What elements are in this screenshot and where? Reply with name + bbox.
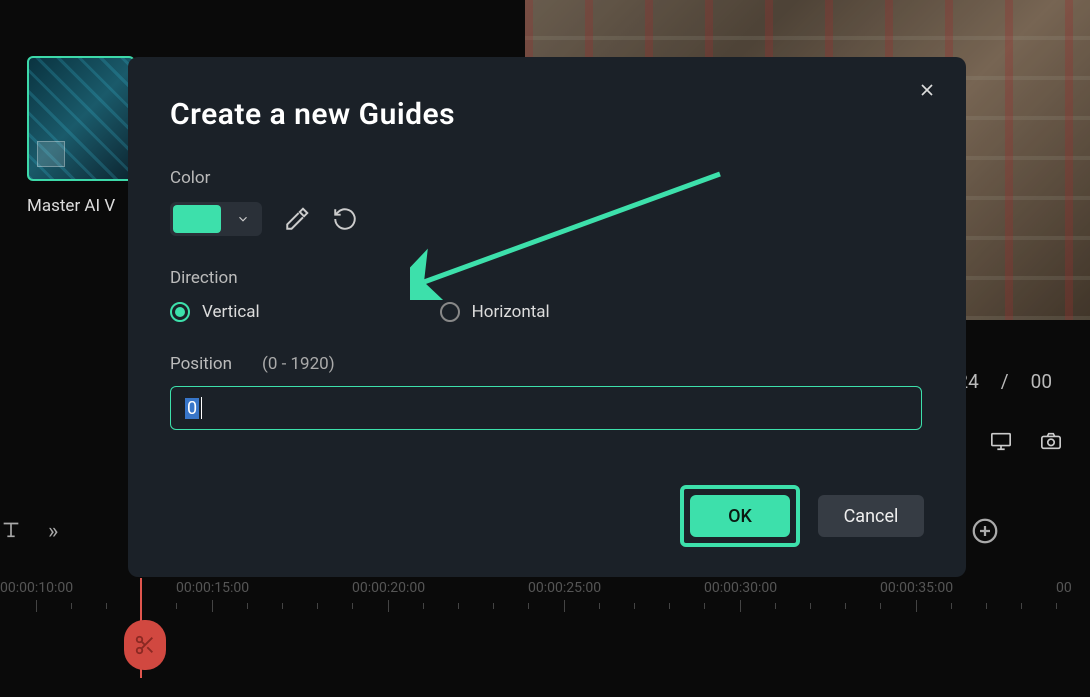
expand-icon[interactable]: » (48, 519, 58, 544)
split-button[interactable] (124, 620, 166, 670)
tick-label: 00:00:35:00 (880, 580, 953, 596)
add-track-button[interactable] (970, 516, 1000, 546)
radio-icon (170, 302, 190, 322)
ok-button[interactable]: OK (690, 495, 790, 537)
preview-tools (990, 430, 1062, 456)
tick-label: 00:00:25:00 (528, 580, 601, 596)
position-value: 0 (185, 398, 199, 419)
position-label: Position (170, 354, 232, 374)
position-input[interactable]: 0 (170, 386, 922, 430)
direction-label: Direction (170, 268, 924, 288)
eyedropper-icon[interactable] (284, 206, 310, 232)
dialog-title: Create a new Guides (170, 97, 924, 132)
color-picker[interactable] (170, 202, 262, 236)
color-swatch (173, 205, 221, 233)
text-cursor (201, 397, 202, 419)
vertical-label: Vertical (202, 302, 260, 322)
close-button[interactable] (912, 75, 942, 105)
radio-vertical[interactable]: Vertical (170, 302, 260, 322)
horizontal-label: Horizontal (472, 302, 550, 322)
tick-label: 00:00:20:00 (352, 580, 425, 596)
tick-label: 00:00:10:00 (0, 580, 73, 596)
radio-icon (440, 302, 460, 322)
monitor-icon[interactable] (990, 430, 1012, 456)
timeline-ruler[interactable]: 00:00:10:00 00:00:15:00 00:00:20:00 00:0… (0, 578, 1090, 628)
timeline-left-tools: » (0, 518, 58, 544)
timeline[interactable]: 00:00:10:00 00:00:15:00 00:00:20:00 00:0… (0, 578, 1090, 678)
radio-horizontal[interactable]: Horizontal (440, 302, 550, 322)
camera-icon[interactable] (1040, 430, 1062, 456)
reset-icon[interactable] (332, 206, 358, 232)
duration: 00 (1031, 370, 1052, 393)
text-tool-icon[interactable] (0, 518, 22, 544)
position-range: (0 - 1920) (262, 354, 335, 374)
tick-label: 00:00:30:00 (704, 580, 777, 596)
time-separator: / (1001, 370, 1009, 393)
color-label: Color (170, 168, 924, 188)
media-thumbnail[interactable] (27, 56, 135, 181)
chevron-down-icon[interactable] (224, 202, 262, 236)
thumbnail-label: Master AI V (27, 196, 115, 216)
ok-highlight: OK (680, 485, 800, 547)
film-icon (37, 141, 65, 167)
create-guides-dialog: Create a new Guides Color Direction Vert… (128, 57, 966, 577)
cancel-button[interactable]: Cancel (818, 495, 924, 537)
tick-label: 00 (1056, 580, 1072, 596)
tick-label: 00:00:15:00 (176, 580, 249, 596)
